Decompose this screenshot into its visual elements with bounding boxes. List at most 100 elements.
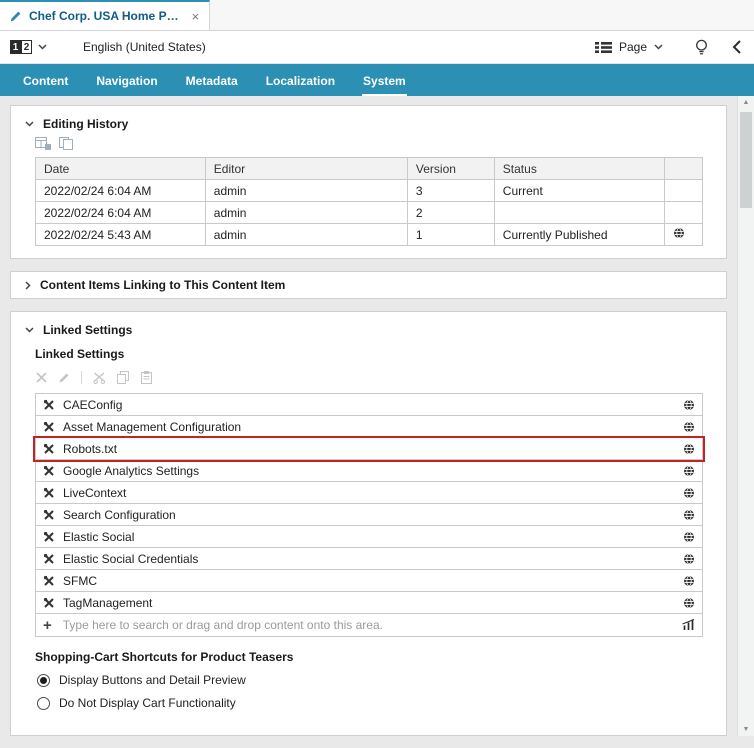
radio-display-buttons[interactable]: Display Buttons and Detail Preview	[37, 673, 714, 687]
page-dropdown-chevron-icon	[654, 44, 663, 50]
settings-wrench-icon	[43, 421, 55, 433]
document-tab-bar: Chef Corp. USA Home P… ×	[0, 0, 754, 31]
lightbulb-icon[interactable]	[694, 39, 709, 56]
globe-icon	[683, 399, 695, 411]
col-header-editor[interactable]: Editor	[204, 157, 408, 180]
globe-icon	[683, 597, 695, 609]
settings-wrench-icon	[43, 487, 55, 499]
linking-items-title: Content Items Linking to This Content It…	[40, 278, 286, 292]
radio-selected-icon[interactable]	[37, 673, 50, 687]
list-item[interactable]: Asset Management Configuration	[35, 416, 703, 438]
linking-items-panel: Content Items Linking to This Content It…	[10, 271, 727, 299]
site-badge-2: 2	[21, 40, 32, 54]
radio-label: Do Not Display Cart Functionality	[59, 696, 236, 710]
radio-unselected-icon[interactable]	[37, 696, 50, 710]
form-content-area: Editing History Date Editor Version Stat…	[0, 96, 754, 736]
settings-wrench-icon	[43, 465, 55, 477]
globe-icon	[683, 531, 695, 543]
document-toolbar: 1 2 English (United States) Page	[0, 31, 754, 64]
tab-system[interactable]: System	[349, 64, 420, 97]
library-filter-icon[interactable]	[682, 619, 695, 631]
document-tab-title: Chef Corp. USA Home P…	[29, 9, 179, 23]
list-item[interactable]: CAEConfig	[35, 393, 703, 416]
shopping-cart-title: Shopping-Cart Shortcuts for Product Teas…	[35, 650, 294, 664]
table-row[interactable]: 2022/02/24 6:04 AM admin 3 Current	[35, 179, 704, 202]
site-dropdown-chevron-icon[interactable]	[38, 44, 47, 50]
col-header-status[interactable]: Status	[493, 157, 665, 180]
add-icon[interactable]: +	[43, 618, 52, 633]
close-tab-icon[interactable]: ×	[192, 10, 200, 23]
editing-history-table: Date Editor Version Status 2022/02/24 6:…	[35, 157, 704, 246]
list-item[interactable]: SFMC	[35, 570, 703, 592]
page-list-icon	[594, 41, 612, 54]
settings-wrench-icon	[43, 597, 55, 609]
remove-icon[interactable]	[36, 372, 47, 383]
col-header-date[interactable]: Date	[35, 157, 206, 180]
editing-history-title: Editing History	[43, 117, 129, 131]
radio-no-cart[interactable]: Do Not Display Cart Functionality	[37, 696, 714, 710]
scroll-down-arrow-icon[interactable]: ▼	[738, 726, 754, 733]
globe-icon	[683, 553, 695, 565]
chevron-down-icon	[25, 121, 34, 127]
list-item-highlighted[interactable]: Robots.txt	[33, 436, 705, 462]
paste-icon[interactable]	[141, 371, 153, 384]
col-header-version[interactable]: Version	[406, 157, 495, 180]
editing-history-header[interactable]: Editing History	[23, 113, 714, 135]
col-header-indicator	[663, 157, 704, 180]
studio-window: Chef Corp. USA Home P… × 1 2 English (Un…	[0, 0, 754, 736]
tab-metadata[interactable]: Metadata	[172, 64, 252, 97]
scroll-up-arrow-icon[interactable]: ▲	[738, 99, 754, 106]
list-item[interactable]: TagManagement	[35, 592, 703, 614]
edit-icon[interactable]	[58, 372, 70, 384]
collapse-panel-chevron-left-icon[interactable]	[732, 39, 742, 55]
chevron-right-icon	[25, 280, 31, 290]
linked-settings-title: Linked Settings	[43, 323, 133, 337]
site-locale-icon[interactable]: 1 2	[10, 40, 32, 54]
globe-icon	[683, 465, 695, 477]
linked-settings-panel: Linked Settings Linked Settings CAEConfi…	[10, 311, 727, 736]
editing-history-panel: Editing History Date Editor Version Stat…	[10, 105, 727, 259]
globe-icon	[683, 575, 695, 587]
list-item[interactable]: LiveContext	[35, 482, 703, 504]
settings-wrench-icon	[43, 531, 55, 543]
linked-settings-toolbar	[36, 371, 714, 384]
settings-wrench-icon	[43, 399, 55, 411]
page-type-label: Page	[618, 40, 647, 54]
search-drop-input[interactable]	[60, 617, 673, 633]
add-content-drop-area[interactable]: +	[35, 614, 703, 637]
table-row[interactable]: 2022/02/24 5:43 AM admin 1 Currently Pub…	[35, 223, 704, 246]
settings-wrench-icon	[43, 509, 55, 521]
copy-icon[interactable]	[117, 371, 130, 384]
toolbar-separator	[81, 371, 82, 384]
edit-pencil-icon	[9, 10, 22, 23]
table-row[interactable]: 2022/02/24 6:04 AM admin 2	[35, 201, 704, 224]
cut-icon[interactable]	[93, 372, 106, 384]
globe-icon	[683, 421, 695, 433]
globe-icon	[683, 487, 695, 499]
list-item[interactable]: Google Analytics Settings	[35, 460, 703, 482]
site-badge-1: 1	[10, 40, 21, 54]
linked-settings-field-label: Linked Settings	[35, 347, 125, 361]
locale-label: English (United States)	[83, 40, 206, 54]
globe-icon	[683, 443, 695, 455]
list-item[interactable]: Elastic Social Credentials	[35, 548, 703, 570]
tab-navigation[interactable]: Navigation	[82, 64, 171, 97]
page-type-dropdown[interactable]: Page	[594, 40, 663, 54]
restore-version-icon[interactable]	[59, 137, 74, 150]
document-tab[interactable]: Chef Corp. USA Home P… ×	[0, 0, 211, 30]
linking-items-header[interactable]: Content Items Linking to This Content It…	[23, 277, 714, 293]
table-header-row: Date Editor Version Status	[35, 157, 704, 180]
tab-content[interactable]: Content	[9, 64, 82, 97]
tab-localization[interactable]: Localization	[252, 64, 349, 97]
list-item[interactable]: Search Configuration	[35, 504, 703, 526]
list-item[interactable]: Elastic Social	[35, 526, 703, 548]
chevron-down-icon	[25, 327, 34, 333]
scrollbar-thumb[interactable]	[740, 112, 752, 208]
globe-icon	[673, 227, 685, 239]
settings-wrench-icon	[43, 575, 55, 587]
linked-settings-header[interactable]: Linked Settings	[23, 319, 714, 341]
globe-icon	[683, 509, 695, 521]
vertical-scrollbar[interactable]: ▲ ▼	[737, 96, 754, 736]
form-tab-strip: Content Navigation Metadata Localization…	[0, 64, 754, 97]
compare-versions-icon[interactable]	[35, 137, 51, 150]
